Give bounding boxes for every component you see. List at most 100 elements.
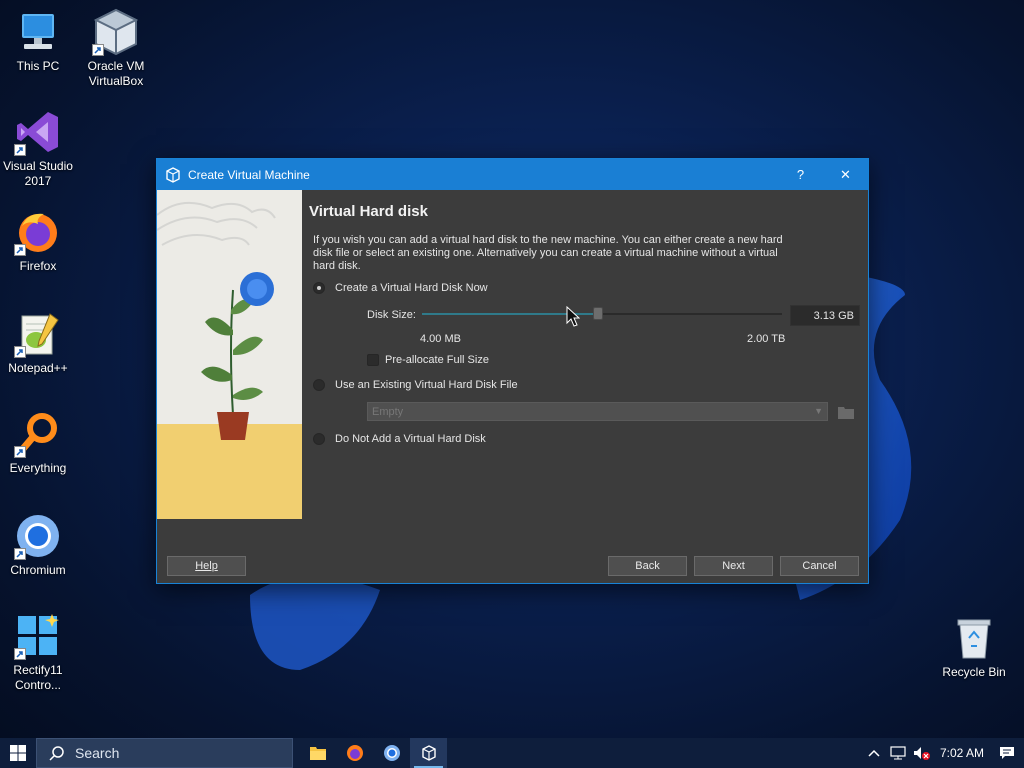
shortcut-arrow-icon (14, 548, 26, 560)
shortcut-arrow-icon (14, 144, 26, 156)
option-label: Create a Virtual Hard Disk Now (335, 282, 488, 294)
option-label: Do Not Add a Virtual Hard Disk (335, 433, 486, 445)
shortcut-arrow-icon (14, 446, 26, 458)
firefox-icon (346, 745, 363, 761)
back-button[interactable]: Back (608, 556, 687, 576)
desktop-icon-label: Firefox (19, 259, 57, 273)
desktop-icon-rectify11-control[interactable]: Rectify11 Contro... (0, 612, 76, 693)
volume-muted-icon (914, 747, 930, 760)
option-label: Use an Existing Virtual Hard Disk File (335, 379, 518, 391)
disk-size-input[interactable]: 3.13 GB (790, 305, 860, 326)
taskbar: Search 7:02 AM (0, 738, 1024, 768)
slider-min-label: 4.00 MB (420, 333, 461, 345)
slider-max-label: 2.00 TB (747, 333, 786, 345)
recycle-bin-icon (950, 614, 998, 662)
preallocate-checkbox[interactable] (367, 354, 379, 366)
desktop-icon-notepad-plus-plus[interactable]: Notepad++ (0, 310, 76, 376)
taskbar-search-box[interactable]: Search (36, 738, 293, 768)
option-use-existing[interactable]: Use an Existing Virtual Hard Disk File (313, 379, 518, 391)
tray-clock[interactable]: 7:02 AM (934, 738, 990, 768)
desktop-icon-firefox[interactable]: Firefox (0, 208, 76, 274)
option-create-now[interactable]: Create a Virtual Hard Disk Now (313, 282, 488, 294)
cancel-button-label: Cancel (802, 560, 837, 572)
virtualbox-icon (166, 166, 180, 183)
action-center-icon (1000, 747, 1014, 759)
desktop-icon-label: Oracle VM VirtualBox (87, 59, 145, 88)
disk-size-slider[interactable] (422, 307, 782, 320)
radio-create-now[interactable] (313, 282, 325, 294)
chromium-icon (14, 512, 62, 560)
dialog-titlebar[interactable]: Create Virtual Machine ? ✕ (157, 159, 868, 190)
desktop-icon-everything[interactable]: Everything (0, 410, 76, 476)
desktop-icon-this-pc[interactable]: This PC (0, 8, 76, 74)
next-button[interactable]: Next (694, 556, 773, 576)
tray-volume[interactable] (910, 738, 934, 768)
wizard-illustration (157, 190, 302, 519)
shortcut-arrow-icon (14, 648, 26, 660)
search-placeholder: Search (75, 745, 120, 761)
shortcut-arrow-icon (92, 44, 104, 56)
next-button-label: Next (722, 560, 745, 572)
firefox-icon (14, 208, 62, 256)
computer-icon (14, 8, 62, 56)
radio-use-existing[interactable] (313, 379, 325, 391)
help-title-button[interactable]: ? (778, 159, 823, 190)
control-panel-icon (14, 612, 62, 660)
chevron-down-icon: ▼ (814, 406, 823, 416)
preallocate-label: Pre-allocate Full Size (385, 354, 489, 366)
tray-network[interactable] (886, 738, 910, 768)
network-icon (890, 746, 906, 760)
create-vm-dialog: Create Virtual Machine ? ✕ Virtual Hard … (156, 158, 869, 584)
desktop-icon-virtualbox[interactable]: Oracle VM VirtualBox (78, 8, 154, 89)
shortcut-arrow-icon (14, 346, 26, 358)
dialog-content: Virtual Hard disk If you wish you can ad… (307, 190, 860, 550)
system-tray: 7:02 AM (862, 738, 1024, 768)
dialog-title: Create Virtual Machine (188, 167, 310, 182)
combo-value: Empty (372, 406, 404, 418)
desktop-icon-label: Everything (9, 461, 67, 475)
desktop-icon-recycle-bin[interactable]: Recycle Bin (936, 614, 1012, 680)
desktop-icon-label: Recycle Bin (942, 665, 1006, 679)
choose-disk-file-button[interactable] (837, 403, 855, 420)
option-do-not-add[interactable]: Do Not Add a Virtual Hard Disk (313, 433, 486, 445)
chevron-up-icon (868, 749, 880, 757)
taskbar-file-explorer[interactable] (299, 738, 336, 768)
taskbar-firefox[interactable] (336, 738, 373, 768)
back-button-label: Back (635, 560, 660, 572)
desktop-icon-visual-studio[interactable]: Visual Studio 2017 (0, 108, 76, 189)
visual-studio-icon (14, 108, 62, 156)
tray-overflow-chevron[interactable] (862, 738, 886, 768)
tray-notifications[interactable] (990, 738, 1024, 768)
taskbar-virtualbox[interactable] (410, 738, 447, 768)
cancel-button[interactable]: Cancel (780, 556, 859, 576)
virtualbox-icon (92, 8, 140, 56)
desktop-icon-label: This PC (16, 59, 60, 73)
taskbar-chromium[interactable] (373, 738, 410, 768)
close-button[interactable]: ✕ (823, 159, 868, 190)
everything-search-icon (14, 410, 62, 458)
slider-handle[interactable] (593, 307, 604, 320)
folder-icon (838, 407, 854, 419)
radio-do-not-add[interactable] (313, 433, 325, 445)
file-explorer-icon (309, 747, 326, 760)
search-icon (49, 746, 64, 761)
desktop-icon-label: Notepad++ (8, 361, 68, 375)
notepad-plus-plus-icon (14, 310, 62, 358)
mouse-cursor-icon (566, 306, 580, 327)
preallocate-option[interactable]: Pre-allocate Full Size (367, 354, 489, 366)
page-description: If you wish you can add a virtual hard d… (313, 234, 783, 272)
desktop-icon-label: Visual Studio 2017 (3, 159, 73, 188)
shortcut-arrow-icon (14, 244, 26, 256)
help-button-label: Help (195, 560, 218, 572)
virtualbox-icon (421, 745, 436, 761)
desktop-icon-label: Rectify11 Contro... (13, 663, 63, 692)
start-button[interactable] (0, 738, 36, 768)
page-title: Virtual Hard disk (309, 203, 428, 220)
chromium-icon (383, 745, 400, 761)
desktop-icon-chromium[interactable]: Chromium (0, 512, 76, 578)
help-button[interactable]: Help (167, 556, 246, 576)
existing-disk-combo[interactable]: Empty ▼ (367, 402, 828, 421)
disk-size-label: Disk Size: (367, 309, 416, 321)
windows-logo-icon (10, 745, 26, 761)
desktop-icon-label: Chromium (10, 563, 66, 577)
